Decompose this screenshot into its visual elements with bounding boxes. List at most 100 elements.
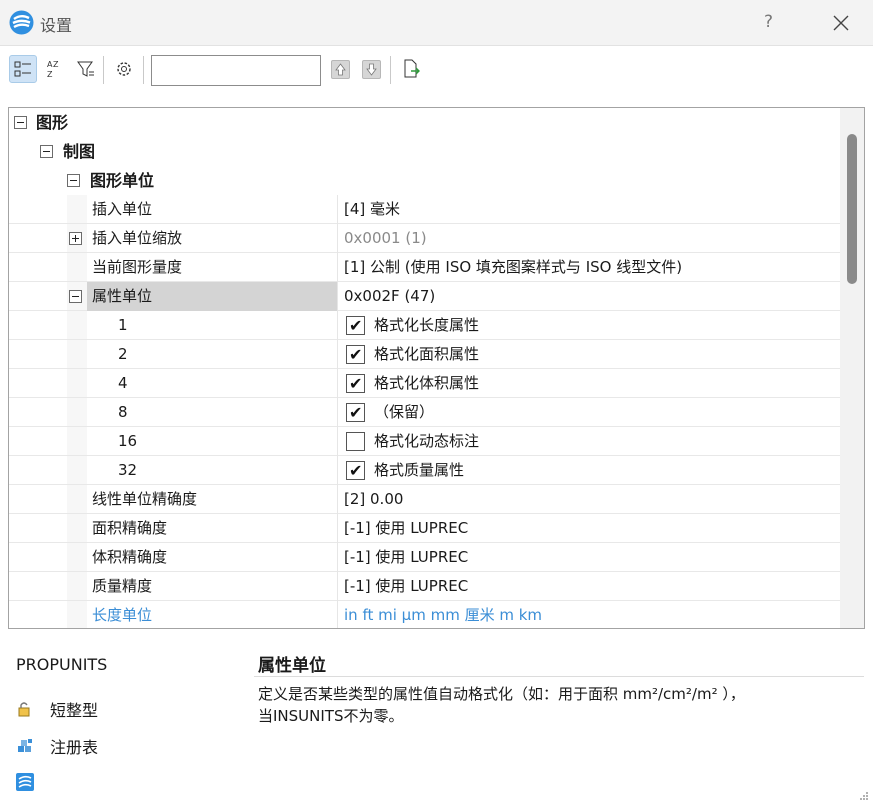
property-name: 体积精确度 [92,548,168,566]
property-row-mass-prec[interactable]: 质量精度 [-1] 使用 LUPREC [9,572,841,601]
property-name: 长度单位 [92,606,153,624]
toolbar-separator [390,56,391,84]
flag-bit: 8 [118,403,128,421]
flag-label: 格式化面积属性 [374,345,480,363]
filter-icon [77,61,94,77]
type-label: 短整型 [50,701,99,720]
property-name: 属性单位 [87,282,337,311]
expand-icon[interactable] [69,232,82,245]
category-drawing-units[interactable]: 图形单位 [9,166,841,195]
flag-bit: 1 [118,316,128,334]
property-row-length-units[interactable]: 长度单位 in ft mi μm mm 厘米 m km [9,601,841,628]
flag-bit: 4 [118,374,128,392]
categorized-view-button[interactable] [9,55,37,83]
flag-value[interactable]: ✔ 格式质量属性 [337,456,841,485]
category-label: 图形单位 [90,171,155,190]
flag-bit: 16 [118,432,138,450]
flag-row-8[interactable]: 8 ✔ （保留） [9,398,841,427]
help-description-line: 定义是否某些类型的属性值自动格式化（如：用于面积 mm²/cm²/m² ）， [258,685,745,703]
checkbox[interactable]: ✔ [346,316,365,335]
search-input[interactable] [151,55,321,86]
sort-alpha-button[interactable]: A Z Z [40,55,68,83]
property-row-luprec[interactable]: 线性单位精确度 [2] 0.00 [9,485,841,514]
flag-value[interactable]: 格式化动态标注 [337,427,841,456]
checkmark-icon: ✔ [349,403,363,422]
flag-value[interactable]: ✔ （保留） [337,398,841,427]
toolbar: A Z Z [0,47,873,97]
move-up-button[interactable] [331,60,350,79]
settings-button[interactable] [110,55,138,83]
scrollbar-thumb[interactable] [847,134,857,284]
registry-icon [18,739,32,752]
export-icon [404,59,420,78]
property-name: 质量精度 [92,577,153,595]
svg-text:Z: Z [47,70,53,79]
collapse-icon[interactable] [69,290,82,303]
property-value[interactable]: [-1] 使用 LUPREC [337,514,841,543]
checkbox[interactable] [346,432,365,451]
property-value: 0x0001 (1) [337,224,841,253]
property-value[interactable]: [2] 0.00 [337,485,841,514]
storage-label: 注册表 [50,738,99,757]
checkmark-icon: ✔ [349,316,363,335]
category-drafting[interactable]: 制图 [9,137,841,166]
category-label: 制图 [63,142,96,161]
window-title: 设置 [40,16,73,35]
collapse-icon[interactable] [14,116,27,129]
move-down-icon [366,63,377,76]
checkbox[interactable]: ✔ [346,461,365,480]
lock-icon [18,702,30,717]
divider [254,676,864,677]
property-row-measurement[interactable]: 当前图形量度 [1] 公制 (使用 ISO 填充图案样式与 ISO 线型文件) [9,253,841,282]
flag-label: 格式化长度属性 [374,316,480,334]
sort-alpha-icon: A Z Z [47,60,59,79]
property-value[interactable]: [4] 毫米 [337,195,841,224]
property-grid[interactable]: 图形 制图 图形单位 插入单位 [4] 毫米 插入单位缩放 0x0001 (1)… [8,107,865,629]
move-up-icon [335,63,346,76]
property-name: 插入单位 [92,200,153,218]
property-value[interactable]: [-1] 使用 LUPREC [337,572,841,601]
svg-text:Z: Z [53,60,59,69]
flag-row-2[interactable]: 2 ✔ 格式化面积属性 [9,340,841,369]
checkbox[interactable]: ✔ [346,345,365,364]
property-row-insunits-scale[interactable]: 插入单位缩放 0x0001 (1) [9,224,841,253]
property-row-area-prec[interactable]: 面积精确度 [-1] 使用 LUPREC [9,514,841,543]
flag-row-32[interactable]: 32 ✔ 格式质量属性 [9,456,841,485]
filter-button[interactable] [72,55,100,83]
collapse-icon[interactable] [67,174,80,187]
checkbox[interactable]: ✔ [346,374,365,393]
category-graphics[interactable]: 图形 [9,108,841,137]
resize-grip-icon[interactable] [859,791,869,801]
property-value[interactable]: 0x002F (47) [337,282,841,311]
property-row-propunits[interactable]: 属性单位 0x002F (47) [9,282,841,311]
help-button[interactable]: ? [764,12,773,32]
property-row-volume-prec[interactable]: 体积精确度 [-1] 使用 LUPREC [9,543,841,572]
collapse-icon[interactable] [40,145,53,158]
categorized-view-icon [14,61,31,77]
toolbar-separator [143,56,144,84]
flag-value[interactable]: ✔ 格式化面积属性 [337,340,841,369]
property-row-insunits[interactable]: 插入单位 [4] 毫米 [9,195,841,224]
flag-row-4[interactable]: 4 ✔ 格式化体积属性 [9,369,841,398]
flag-label: 格式质量属性 [374,461,465,479]
flag-value[interactable]: ✔ 格式化长度属性 [337,311,841,340]
help-description: 定义是否某些类型的属性值自动格式化（如：用于面积 mm²/cm²/m² ）， 当… [258,683,858,727]
property-value[interactable]: [-1] 使用 LUPREC [337,543,841,572]
checkmark-icon: ✔ [349,374,363,393]
toolbar-separator [103,56,104,84]
checkbox[interactable]: ✔ [346,403,365,422]
flag-row-1[interactable]: 1 ✔ 格式化长度属性 [9,311,841,340]
flag-row-16[interactable]: 16 格式化动态标注 [9,427,841,456]
close-icon[interactable] [826,8,856,38]
checkmark-icon: ✔ [349,345,363,364]
property-name: 线性单位精确度 [92,490,198,508]
vertical-scrollbar[interactable] [840,108,864,628]
move-down-button[interactable] [362,60,381,79]
flag-value[interactable]: ✔ 格式化体积属性 [337,369,841,398]
app-logo-icon [9,10,34,35]
flag-bit: 2 [118,345,128,363]
category-label: 图形 [36,113,69,132]
property-value[interactable]: [1] 公制 (使用 ISO 填充图案样式与 ISO 线型文件) [337,253,841,282]
property-value[interactable]: in ft mi μm mm 厘米 m km [337,601,841,628]
export-button[interactable] [397,55,425,83]
